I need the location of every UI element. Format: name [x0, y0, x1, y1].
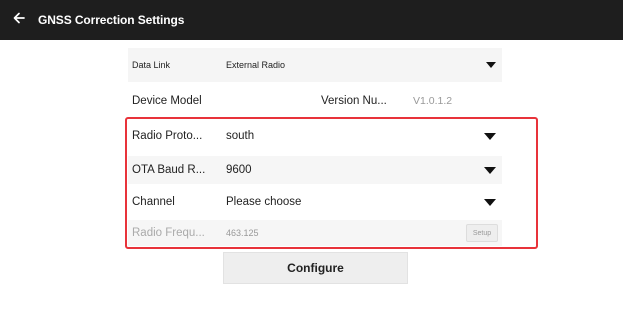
back-button[interactable] [0, 0, 38, 40]
ota-baud-rate-row[interactable]: OTA Baud R... 9600 [128, 156, 502, 184]
radio-frequency-label: Radio Frequ... [132, 227, 205, 239]
data-link-dropdown-icon[interactable] [486, 62, 496, 68]
version-label: Version Nu... [321, 95, 387, 107]
page-title: GNSS Correction Settings [38, 13, 185, 27]
top-bar: GNSS Correction Settings [0, 0, 623, 40]
radio-protocol-label: Radio Proto... [132, 130, 203, 142]
ota-baud-rate-dropdown-icon[interactable] [484, 166, 496, 174]
channel-row[interactable]: Channel Please choose [128, 188, 502, 216]
setup-button[interactable]: Setup [466, 224, 498, 242]
radio-frequency-row: Radio Frequ... 463.125 Setup [128, 220, 502, 246]
channel-label: Channel [132, 196, 175, 208]
device-model-row: Device Model Version Nu... V1.0.1.2 [128, 88, 502, 114]
ota-baud-rate-value: 9600 [226, 164, 252, 176]
gnss-settings-page: GNSS Correction Settings Data Link Exter… [0, 0, 623, 334]
arrow-left-icon [12, 11, 26, 30]
configure-button[interactable]: Configure [223, 252, 408, 284]
channel-dropdown-icon[interactable] [484, 198, 496, 206]
radio-protocol-row[interactable]: Radio Proto... south [128, 122, 502, 150]
version-value: V1.0.1.2 [413, 95, 453, 107]
radio-frequency-value[interactable]: 463.125 [226, 228, 466, 238]
data-link-value: External Radio [226, 60, 286, 70]
data-link-label: Data Link [132, 60, 171, 70]
radio-protocol-value: south [226, 130, 255, 142]
ota-baud-rate-label: OTA Baud R... [132, 164, 206, 176]
channel-value: Please choose [226, 196, 302, 208]
radio-protocol-dropdown-icon[interactable] [484, 132, 496, 140]
data-link-row[interactable]: Data Link External Radio [128, 48, 502, 82]
device-model-label: Device Model [132, 95, 202, 107]
